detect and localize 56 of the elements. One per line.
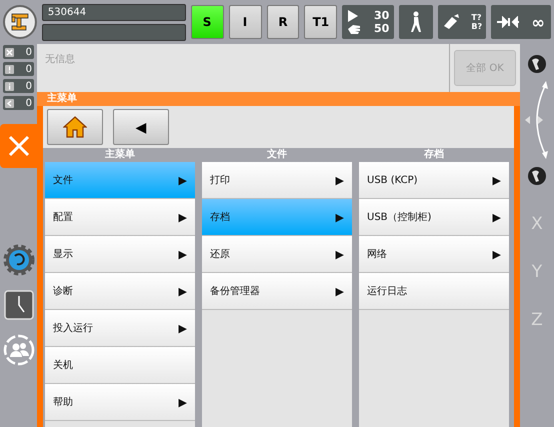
menu-item[interactable]: USB (KCP) ▶ [359, 162, 509, 198]
status-button[interactable]: T1 [304, 5, 338, 39]
column-heading: 文件 [266, 148, 288, 162]
close-icon [6, 134, 30, 158]
tool-base-panel[interactable]: T? B? [438, 5, 486, 39]
message-type-icon [5, 82, 14, 90]
menu-item[interactable]: 诊断 ▶ [45, 273, 195, 309]
back-button[interactable]: ◀ [113, 109, 169, 145]
tool-icon [442, 14, 460, 30]
column-heading: 主菜单 [104, 148, 136, 162]
increment-panel[interactable]: ∞ [491, 5, 551, 39]
status-button[interactable]: R [266, 5, 300, 39]
menu-item[interactable]: 关机 [45, 347, 195, 383]
step-arrows-icon [497, 16, 520, 28]
program-override: 30 [374, 9, 390, 22]
menu-item[interactable]: 投入运行 ▶ [45, 310, 195, 346]
play-icon [347, 10, 360, 22]
menu-item[interactable]: 存档 ▶ [202, 199, 352, 235]
status-button[interactable]: I [228, 5, 262, 39]
gear-icon[interactable] [2, 244, 34, 276]
clock-icon[interactable] [4, 290, 34, 320]
message-type-icon [5, 98, 14, 108]
message-counter[interactable]: 0 [3, 62, 34, 76]
message-type-icon [5, 64, 14, 74]
message-counter[interactable]: 0 [3, 96, 34, 110]
hand-icon [347, 22, 362, 34]
menu-item[interactable]: 网络 ▶ [359, 236, 509, 272]
menu-item[interactable]: 帮助 ▶ [45, 384, 195, 420]
home-button[interactable] [47, 109, 103, 145]
tool-label: T? [471, 13, 482, 22]
increment-value: ∞ [532, 12, 545, 32]
base-label: B? [471, 22, 482, 31]
home-icon [63, 116, 87, 138]
menu-item[interactable]: 文件 ▶ [45, 162, 195, 198]
message-counter[interactable]: 0 [3, 79, 34, 93]
menu-item[interactable]: 备份管理器 ▶ [202, 273, 352, 309]
close-menu-tab[interactable] [0, 124, 37, 168]
walking-person-icon [409, 11, 424, 33]
globe-icon[interactable] [527, 166, 547, 186]
globe-icon[interactable] [527, 54, 547, 74]
override-panel[interactable]: 30 50 [342, 5, 394, 39]
robot-name-field: 530644 [42, 4, 186, 20]
menu-item[interactable]: 打印 ▶ [202, 162, 352, 198]
menu-item[interactable]: 配置 ▶ [45, 199, 195, 235]
status-button[interactable]: S [190, 5, 224, 39]
message-counter[interactable]: 0 [3, 45, 34, 59]
robot-logo-icon[interactable] [3, 5, 37, 39]
manual-override: 50 [374, 22, 390, 35]
menu-item[interactable]: 运行日志 [359, 273, 509, 309]
message-type-icon [5, 48, 14, 56]
menu-item[interactable]: 还原 ▶ [202, 236, 352, 272]
motion-panel[interactable] [399, 5, 434, 39]
menu-title: 主菜单 [37, 92, 520, 106]
column-heading: 存档 [423, 148, 445, 162]
menu-item[interactable]: 显示 ▶ [45, 236, 195, 272]
menu-item[interactable]: USB（控制柜) ▶ [359, 199, 509, 235]
